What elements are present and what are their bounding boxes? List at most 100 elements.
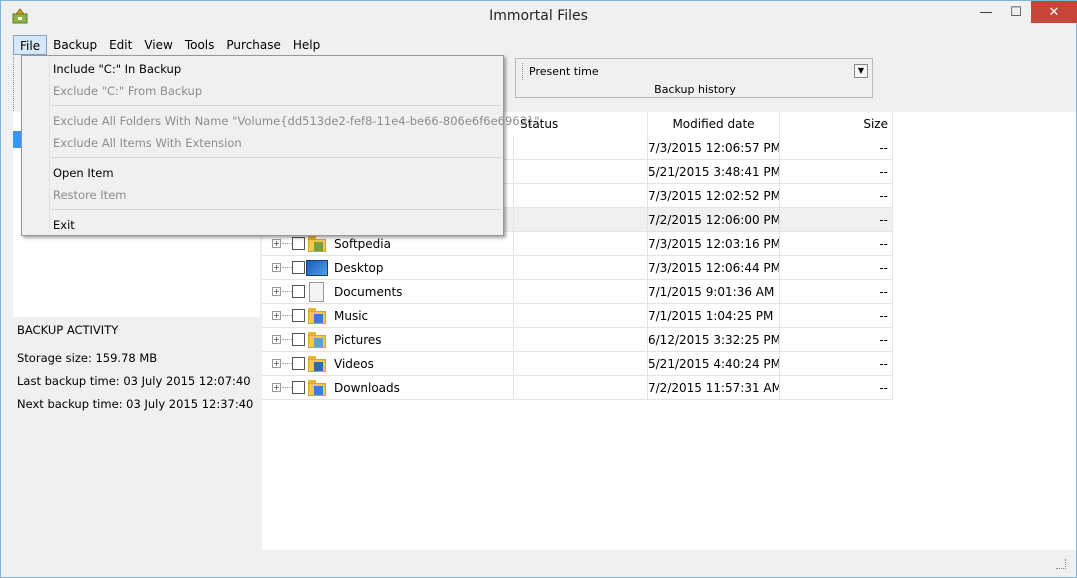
menu-edit[interactable]: Edit	[103, 35, 138, 55]
backup-history-select[interactable]: Present time ▼	[522, 63, 870, 80]
status-cell	[514, 304, 648, 328]
resize-grip-icon[interactable]	[1056, 559, 1066, 569]
column-header-size[interactable]: Size	[780, 112, 893, 136]
modified-date-cell: 7/2/2015 12:06:00 PM	[648, 208, 780, 232]
tree-line	[282, 363, 292, 364]
size-cell: --	[780, 376, 893, 400]
name-cell: + Documents	[262, 280, 514, 304]
folder-icon	[308, 355, 328, 373]
menu-purchase[interactable]: Purchase	[220, 35, 287, 55]
size-cell: --	[780, 184, 893, 208]
row-checkbox[interactable]	[292, 309, 305, 322]
app-window: Immortal Files — ☐ ✕ File Backup Edit Vi…	[0, 0, 1077, 578]
menu-bar: File Backup Edit View Tools Purchase Hel…	[13, 35, 326, 57]
menu-tools[interactable]: Tools	[179, 35, 221, 55]
menu-include-drive[interactable]: Include "C:" In Backup	[53, 59, 181, 79]
modified-date-cell: 5/21/2015 4:40:24 PM	[648, 352, 780, 376]
name-cell: + Music	[262, 304, 514, 328]
table-row[interactable]: + Documents 7/1/2015 9:01:36 AM --	[262, 280, 893, 304]
menu-separator	[51, 209, 501, 210]
name-cell: + Downloads	[262, 376, 514, 400]
table-row[interactable]: + Videos 5/21/2015 4:40:24 PM --	[262, 352, 893, 376]
file-menu-dropdown: Include "C:" In Backup Exclude "C:" From…	[21, 55, 540, 236]
modified-date-cell: 7/3/2015 12:06:44 PM	[648, 256, 780, 280]
item-name: Pictures	[334, 333, 382, 347]
row-checkbox[interactable]	[292, 333, 305, 346]
status-cell	[514, 208, 648, 232]
close-button[interactable]: ✕	[1031, 1, 1077, 23]
menu-exit[interactable]: Exit	[53, 215, 75, 235]
expand-icon[interactable]: +	[272, 335, 281, 344]
row-checkbox[interactable]	[292, 261, 305, 274]
table-row[interactable]: + Music 7/1/2015 1:04:25 PM --	[262, 304, 893, 328]
history-selected-value: Present time	[529, 65, 599, 78]
size-cell: --	[780, 208, 893, 232]
row-checkbox[interactable]	[292, 381, 305, 394]
name-cell: + Desktop	[262, 256, 514, 280]
folder-icon	[308, 307, 328, 325]
backup-activity-panel: BACKUP ACTIVITY Storage size: 159.78 MB …	[13, 317, 260, 550]
maximize-button[interactable]: ☐	[1001, 1, 1031, 23]
next-backup-time: Next backup time: 03 July 2015 12:37:40	[17, 397, 254, 411]
menu-help[interactable]: Help	[287, 35, 326, 55]
documents-icon	[309, 282, 324, 302]
tree-line	[282, 387, 292, 388]
name-cell: + Pictures	[262, 328, 514, 352]
row-checkbox[interactable]	[292, 237, 305, 250]
desktop-icon	[306, 260, 328, 276]
name-cell: + Videos	[262, 352, 514, 376]
tree-line	[282, 315, 292, 316]
folder-icon	[308, 235, 328, 253]
tree-line	[282, 291, 292, 292]
item-name: Downloads	[334, 381, 400, 395]
size-cell: --	[780, 232, 893, 256]
status-cell	[514, 232, 648, 256]
modified-date-cell: 7/3/2015 12:02:52 PM	[648, 184, 780, 208]
last-backup-time: Last backup time: 03 July 2015 12:07:40	[17, 374, 251, 388]
table-row[interactable]: + Desktop 7/3/2015 12:06:44 PM --	[262, 256, 893, 280]
minimize-button[interactable]: —	[971, 1, 1001, 23]
row-checkbox[interactable]	[292, 357, 305, 370]
title-bar[interactable]: Immortal Files — ☐ ✕	[1, 1, 1077, 33]
menu-file[interactable]: File	[13, 35, 48, 55]
menu-backup[interactable]: Backup	[47, 35, 103, 55]
backup-activity-title: BACKUP ACTIVITY	[17, 323, 119, 337]
size-cell: --	[780, 328, 893, 352]
folder-icon	[308, 379, 328, 397]
row-checkbox[interactable]	[292, 285, 305, 298]
modified-date-cell: 7/1/2015 1:04:25 PM	[648, 304, 780, 328]
menu-exclude-folders-by-name[interactable]: Exclude All Folders With Name "Volume{dd…	[53, 111, 540, 131]
expand-icon[interactable]: +	[272, 287, 281, 296]
menu-exclude-drive[interactable]: Exclude "C:" From Backup	[53, 81, 202, 101]
backup-history-panel: Present time ▼ Backup history	[515, 58, 873, 98]
status-cell	[514, 256, 648, 280]
tree-line	[282, 267, 292, 268]
status-cell	[514, 328, 648, 352]
modified-date-cell: 5/21/2015 3:48:41 PM	[648, 160, 780, 184]
status-bar	[1, 550, 1076, 577]
tree-line	[282, 339, 292, 340]
status-cell	[514, 280, 648, 304]
expand-icon[interactable]: +	[272, 383, 281, 392]
table-row[interactable]: + Pictures 6/12/2015 3:32:25 PM --	[262, 328, 893, 352]
menu-exclude-by-extension[interactable]: Exclude All Items With Extension	[53, 133, 242, 153]
expand-icon[interactable]: +	[272, 239, 281, 248]
column-header-modified[interactable]: Modified date	[648, 112, 780, 136]
menu-restore-item[interactable]: Restore Item	[53, 185, 126, 205]
status-cell	[514, 376, 648, 400]
modified-date-cell: 7/2/2015 11:57:31 AM	[648, 376, 780, 400]
status-cell	[514, 352, 648, 376]
folder-icon	[308, 331, 328, 349]
storage-size: Storage size: 159.78 MB	[17, 351, 158, 365]
item-name: Videos	[334, 357, 374, 371]
table-row[interactable]: + Downloads 7/2/2015 11:57:31 AM --	[262, 376, 893, 400]
expand-icon[interactable]: +	[272, 263, 281, 272]
menu-separator	[51, 157, 501, 158]
expand-icon[interactable]: +	[272, 359, 281, 368]
size-cell: --	[780, 304, 893, 328]
expand-icon[interactable]: +	[272, 311, 281, 320]
menu-open-item[interactable]: Open Item	[53, 163, 114, 183]
menu-view[interactable]: View	[138, 35, 178, 55]
chevron-down-icon[interactable]: ▼	[854, 64, 868, 78]
item-name: Desktop	[334, 261, 384, 275]
